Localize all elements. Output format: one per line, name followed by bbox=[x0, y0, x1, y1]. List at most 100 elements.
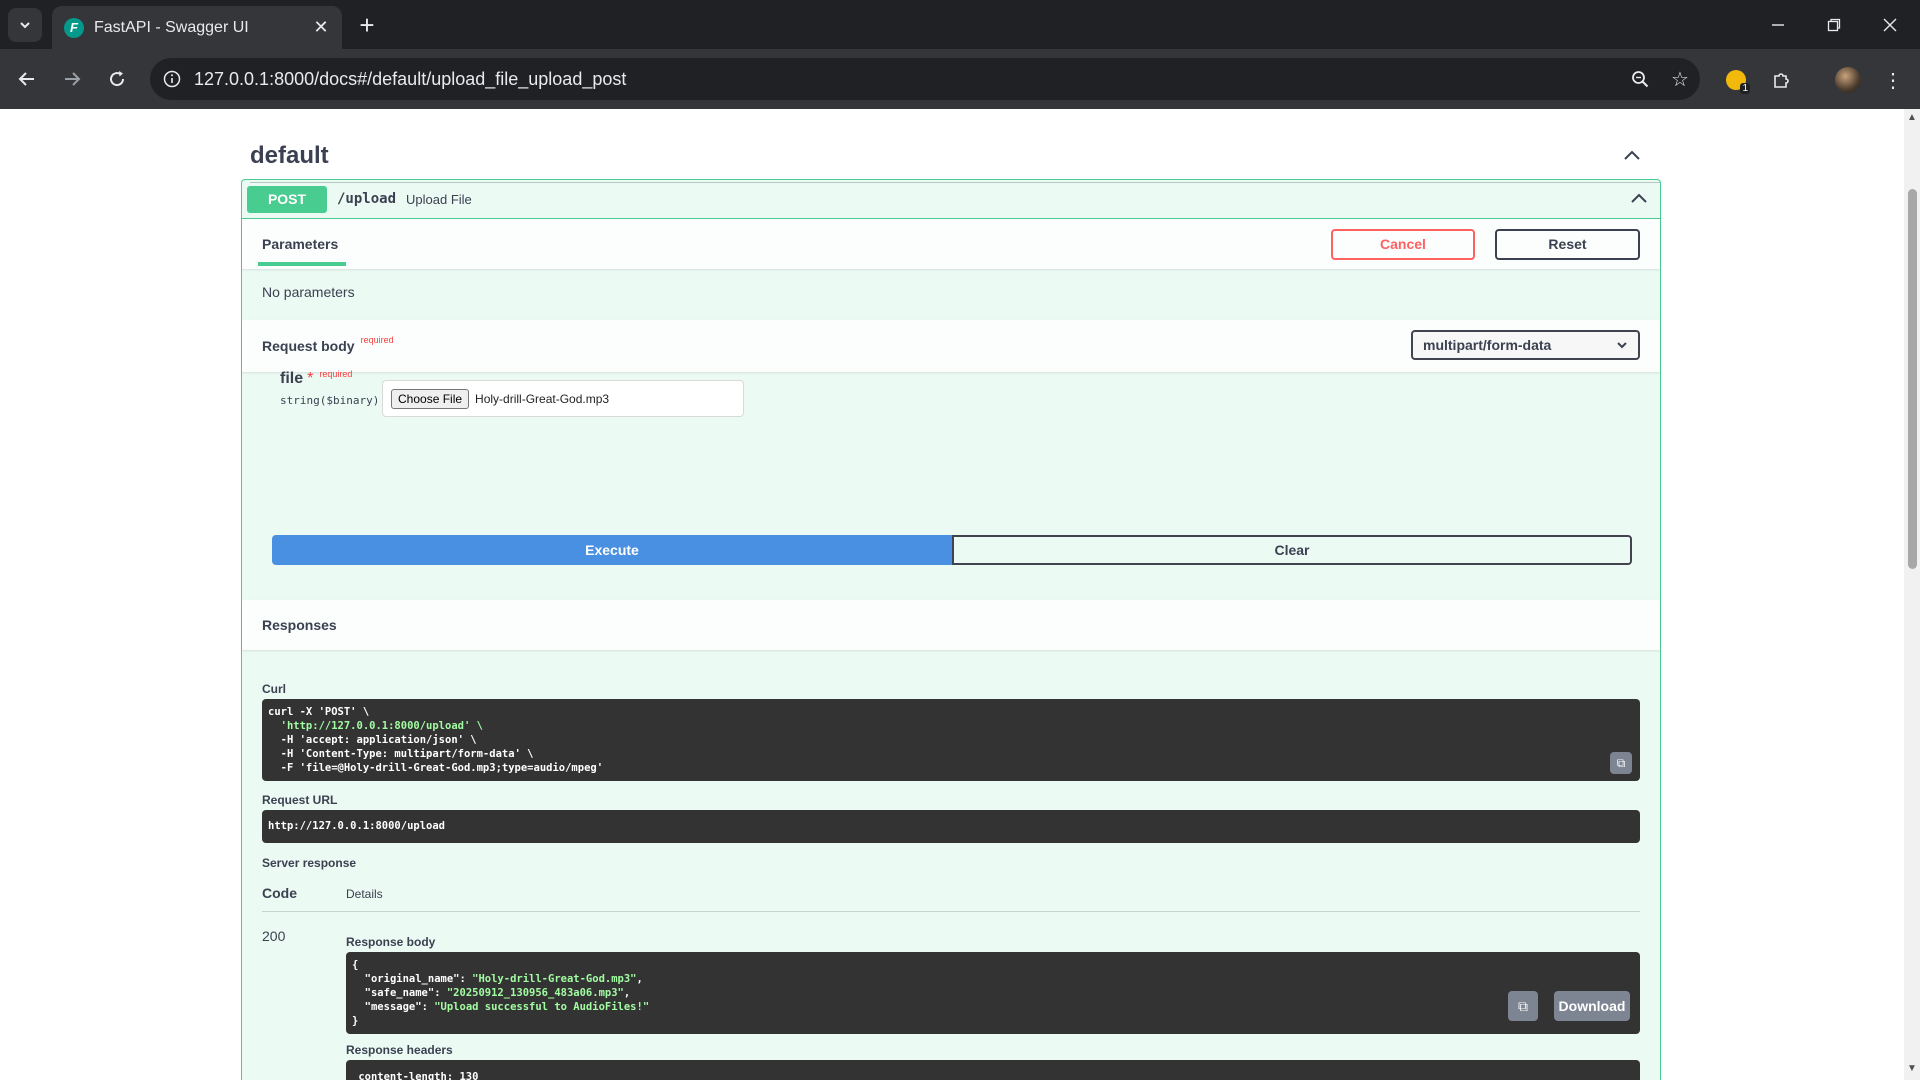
content-type-value: multipart/form-data bbox=[1423, 337, 1552, 353]
json-key: "original_name" bbox=[364, 973, 460, 985]
chevron-up-icon[interactable] bbox=[1629, 189, 1649, 209]
url-text[interactable]: 127.0.0.1:8000/docs#/default/upload_file… bbox=[194, 69, 1620, 90]
forward-button[interactable] bbox=[55, 62, 89, 96]
request-url-block[interactable]: http://127.0.0.1:8000/upload bbox=[262, 810, 1640, 843]
restore-icon bbox=[1827, 18, 1841, 31]
responses-title: Responses bbox=[262, 617, 337, 633]
server-response-label: Server response bbox=[262, 856, 357, 870]
request-url-label: Request URL bbox=[262, 793, 338, 807]
response-body-label: Response body bbox=[346, 935, 436, 949]
page-scrollbar[interactable]: ▲ ▼ bbox=[1904, 109, 1920, 1080]
cancel-button[interactable]: Cancel bbox=[1331, 228, 1475, 260]
scroll-down-arrow-icon[interactable]: ▼ bbox=[1907, 1064, 1917, 1074]
json-brace: { bbox=[352, 959, 359, 971]
download-button[interactable]: Download bbox=[1554, 991, 1630, 1021]
reset-button[interactable]: Reset bbox=[1495, 228, 1640, 260]
minimize-window-button[interactable] bbox=[1750, 0, 1806, 49]
curl-line: -H 'Content-Type: multipart/form-data' \ bbox=[268, 748, 534, 760]
status-code: 200 bbox=[262, 928, 286, 944]
parameters-header: Parameters Cancel Reset bbox=[242, 219, 1660, 269]
tab-title: FastAPI - Swagger UI bbox=[94, 18, 249, 36]
scroll-up-arrow-icon[interactable]: ▲ bbox=[1907, 113, 1917, 123]
browser-toolbar: 127.0.0.1:8000/docs#/default/upload_file… bbox=[0, 49, 1920, 109]
header-line: content-length: 130 bbox=[352, 1071, 485, 1080]
responses-header: Responses bbox=[242, 600, 1660, 650]
reload-icon bbox=[110, 71, 125, 87]
tag-section-header[interactable]: default bbox=[250, 129, 1660, 183]
swagger-page: default POST /upload Upload File Paramet… bbox=[0, 109, 1904, 1080]
curl-line: -F 'file=@Holy-drill-Great-God.mp3;type=… bbox=[268, 762, 604, 774]
param-type: string($binary) bbox=[280, 394, 380, 407]
json-line: "message": "Upload successful to AudioFi… bbox=[364, 1001, 650, 1013]
request-url-text: http://127.0.0.1:8000/upload bbox=[268, 820, 446, 832]
request-body-header: Request body required multipart/form-dat… bbox=[242, 320, 1660, 372]
selected-file-name: Holy-drill-Great-God.mp3 bbox=[475, 391, 610, 406]
curl-line: 'http://127.0.0.1:8000/upload' \ bbox=[268, 720, 483, 732]
arrow-left-icon bbox=[18, 72, 34, 86]
reload-button[interactable] bbox=[100, 62, 134, 96]
copy-response-button[interactable]: ⧉ bbox=[1508, 991, 1538, 1021]
extension-badge-icon[interactable]: 1 bbox=[1720, 64, 1752, 96]
execute-button-group: Execute Clear bbox=[272, 535, 1632, 565]
json-value: "Upload successful to AudioFiles!" bbox=[434, 1001, 650, 1013]
zoom-icon[interactable] bbox=[1620, 58, 1660, 100]
json-line: "safe_name": "20250912_130956_483a06.mp3… bbox=[364, 987, 631, 999]
tab-search-button[interactable] bbox=[8, 8, 42, 42]
method-badge: POST bbox=[247, 185, 327, 213]
execute-button[interactable]: Execute bbox=[272, 535, 952, 565]
operation-description: Upload File bbox=[406, 191, 472, 207]
minimize-icon bbox=[1772, 23, 1784, 26]
json-value: "20250912_130956_483a06.mp3" bbox=[446, 987, 624, 999]
browser-tabstrip: F FastAPI - Swagger UI ✕ + bbox=[0, 0, 1920, 49]
arrow-right-icon bbox=[65, 72, 81, 86]
copy-curl-button[interactable]: ⧉ bbox=[1610, 752, 1632, 774]
operation-path: /upload bbox=[337, 191, 397, 207]
extensions-puzzle-icon[interactable] bbox=[1765, 64, 1797, 96]
curl-line: curl -X 'POST' \ bbox=[268, 706, 370, 718]
curl-line: -H 'accept: application/json' \ bbox=[268, 734, 477, 746]
close-icon bbox=[1883, 18, 1897, 31]
choose-file-button[interactable]: Choose File bbox=[391, 388, 470, 409]
json-brace: } bbox=[352, 1015, 359, 1027]
code-header: Code bbox=[262, 885, 297, 901]
json-key: "safe_name" bbox=[364, 987, 435, 999]
curl-label: Curl bbox=[262, 682, 286, 696]
fastapi-favicon-icon: F bbox=[64, 17, 84, 38]
browser-tab-active[interactable]: F FastAPI - Swagger UI ✕ bbox=[52, 6, 342, 49]
close-window-button[interactable] bbox=[1862, 0, 1918, 49]
chevron-up-icon[interactable] bbox=[1622, 146, 1642, 166]
profile-avatar[interactable] bbox=[1832, 64, 1864, 96]
param-name: file bbox=[280, 370, 304, 387]
json-line: "original_name": "Holy-drill-Great-God.m… bbox=[364, 973, 643, 985]
file-input[interactable]: Choose File Holy-drill-Great-God.mp3 bbox=[382, 380, 744, 417]
tag-title: default bbox=[250, 141, 329, 169]
chevron-down-icon bbox=[20, 22, 30, 29]
response-body-block[interactable]: { "original_name": "Holy-drill-Great-God… bbox=[346, 952, 1640, 1034]
response-headers-label: Response headers bbox=[346, 1043, 453, 1057]
chevron-down-icon bbox=[1617, 342, 1627, 349]
json-key: "message" bbox=[364, 1001, 422, 1013]
clear-button[interactable]: Clear bbox=[952, 535, 1632, 565]
close-tab-icon[interactable]: ✕ bbox=[310, 17, 332, 39]
operation-block-post-upload: POST /upload Upload File Parameters Canc… bbox=[241, 179, 1661, 1080]
tab-parameters[interactable]: Parameters bbox=[257, 219, 347, 269]
request-body-title: Request body bbox=[262, 338, 355, 354]
details-header: Details bbox=[346, 887, 383, 901]
json-value: "Holy-drill-Great-God.mp3" bbox=[472, 973, 637, 985]
operation-summary[interactable]: POST /upload Upload File bbox=[242, 180, 1660, 219]
param-required-label: required bbox=[319, 369, 353, 379]
file-parameter: file * required string($binary) bbox=[280, 369, 380, 407]
no-parameters-text: No parameters bbox=[262, 284, 355, 300]
more-menu-icon[interactable]: ⋮ bbox=[1877, 64, 1909, 96]
restore-window-button[interactable] bbox=[1806, 0, 1862, 49]
site-info-icon[interactable] bbox=[150, 58, 194, 100]
bookmark-star-icon[interactable]: ☆ bbox=[1660, 58, 1700, 100]
address-bar[interactable]: 127.0.0.1:8000/docs#/default/upload_file… bbox=[150, 58, 1700, 100]
required-star: * bbox=[307, 370, 314, 387]
back-button[interactable] bbox=[10, 62, 44, 96]
new-tab-button[interactable]: + bbox=[352, 10, 382, 40]
curl-code-block[interactable]: curl -X 'POST' \ 'http://127.0.0.1:8000/… bbox=[262, 699, 1640, 781]
response-headers-block[interactable]: content-length: 130 bbox=[346, 1060, 1640, 1080]
content-type-select[interactable]: multipart/form-data bbox=[1411, 330, 1640, 360]
scrollbar-thumb[interactable] bbox=[1908, 189, 1917, 569]
